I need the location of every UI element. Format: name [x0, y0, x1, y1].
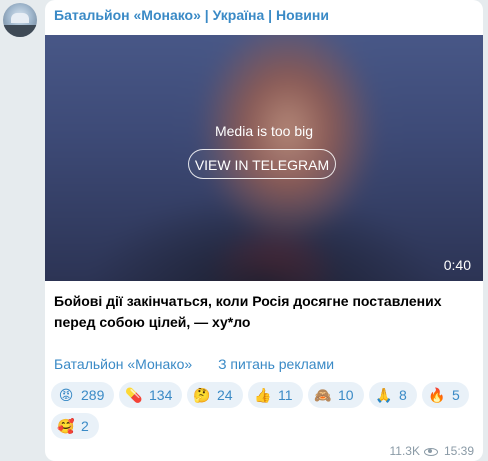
media-too-big-notice: Media is too big: [214, 123, 314, 139]
reaction-count: 5: [452, 387, 460, 403]
channel-avatar[interactable]: [3, 3, 37, 37]
view-count: 11.3K: [389, 444, 420, 458]
thinking-face-icon: 🤔: [193, 387, 211, 403]
reaction-count: 134: [149, 387, 173, 403]
message-time: 15:39: [443, 444, 474, 458]
reaction-count: 2: [81, 418, 89, 434]
pouting-face-icon: 😡: [58, 387, 74, 403]
message-meta: 11.3K 15:39: [390, 444, 475, 458]
thumbs-up-icon: 👍: [254, 387, 272, 403]
reaction-smiling-face-with-hearts[interactable]: 🥰 2: [51, 413, 99, 439]
reaction-count: 289: [81, 387, 105, 403]
ads-link[interactable]: З питань реклами: [218, 356, 334, 372]
view-in-telegram-button[interactable]: VIEW IN TELEGRAM: [188, 149, 336, 179]
reaction-fire[interactable]: 🔥 5: [422, 382, 469, 408]
see-no-evil-monkey-icon: 🙈: [314, 387, 332, 403]
fire-icon: 🔥: [428, 387, 446, 403]
media-preview[interactable]: Media is too big VIEW IN TELEGRAM 0:40: [45, 35, 483, 281]
reaction-count: 10: [338, 387, 354, 403]
channel-link[interactable]: Батальйон «Монако»: [54, 356, 192, 372]
channel-name[interactable]: Батальйон «Монако» | Україна | Новини: [54, 7, 329, 23]
reaction-thumbs-up[interactable]: 👍 11: [248, 382, 303, 408]
reaction-pill[interactable]: 💊 134: [119, 382, 182, 408]
smiling-face-with-hearts-icon: 🥰: [57, 418, 75, 434]
reaction-pouting-face[interactable]: 😡 289: [51, 382, 114, 408]
message-bubble: Батальйон «Монако» | Україна | Новини Me…: [45, 0, 483, 461]
eye-icon: [423, 447, 438, 456]
video-duration: 0:40: [443, 257, 471, 273]
reaction-count: 24: [217, 387, 233, 403]
reaction-see-no-evil-monkey[interactable]: 🙈 10: [308, 382, 364, 408]
reaction-count: 8: [399, 387, 407, 403]
reaction-folded-hands[interactable]: 🙏 8: [369, 382, 417, 408]
post-links: Батальйон «Монако» З питань реклами: [54, 356, 334, 372]
reaction-thinking-face[interactable]: 🤔 24: [187, 382, 243, 408]
folded-hands-icon: 🙏: [375, 387, 393, 403]
reaction-count: 11: [278, 387, 293, 403]
pill-icon: 💊: [125, 387, 143, 403]
post-text: Бойові дії закінчаться, коли Росія досяг…: [54, 293, 442, 330]
